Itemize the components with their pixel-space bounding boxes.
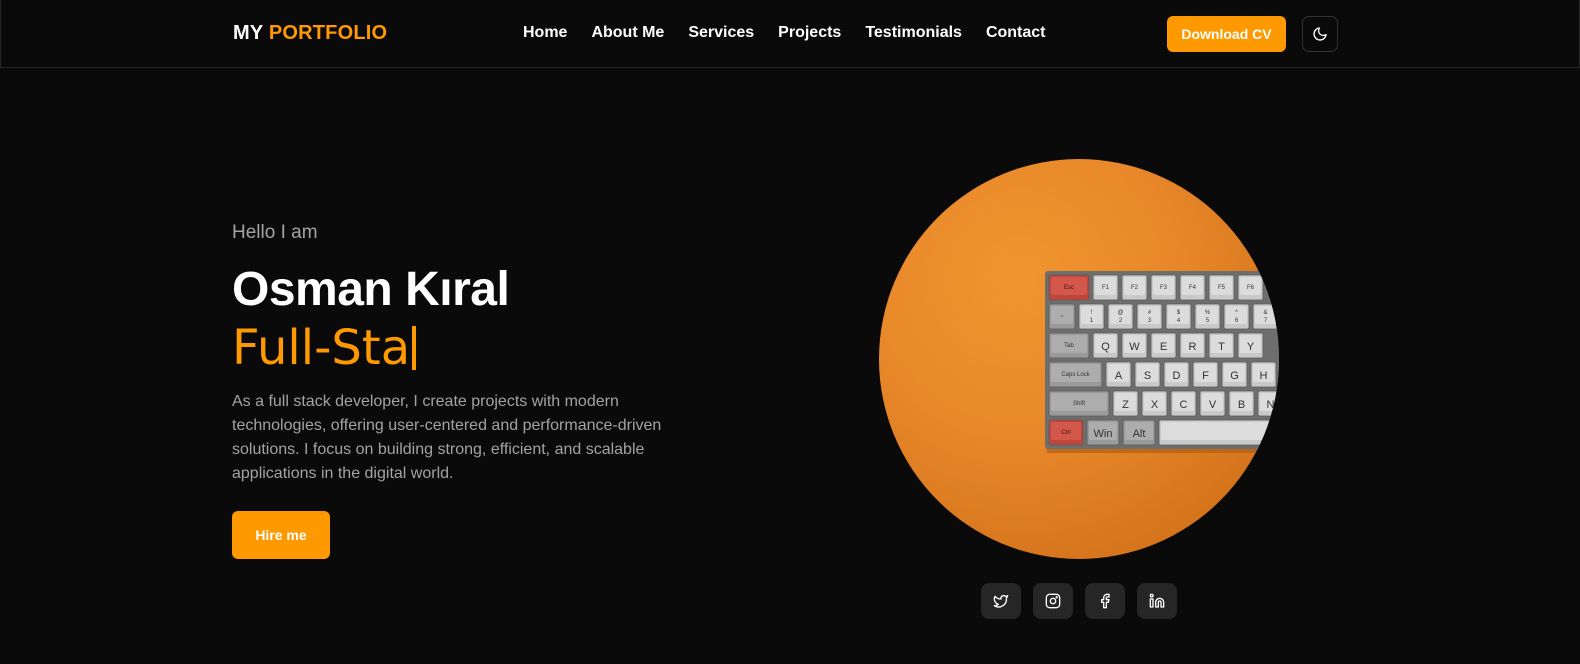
keyboard-key-label: ~ — [1060, 314, 1064, 320]
keyboard-illustration: Esc F1 F2 F3 F4 F5 F6~!1@2#3$4%5^6&7Tab Q W E R T YC… — [1045, 271, 1279, 453]
instagram-icon — [1045, 593, 1061, 609]
keyboard-key-label: B — [1238, 399, 1245, 411]
keyboard-key-label: X — [1151, 399, 1159, 411]
keyboard-key-label: S — [1144, 370, 1151, 382]
keyboard-key-label: Alt — [1133, 428, 1146, 440]
hero-role-text: Full-Sta — [232, 320, 411, 376]
nav-link-contact[interactable]: Contact — [986, 24, 1046, 41]
keyboard-key-label: F2 — [1131, 285, 1139, 291]
social-links — [981, 583, 1177, 619]
linkedin-icon — [1149, 593, 1165, 608]
keyboard-key-label: F — [1202, 370, 1209, 382]
hero-name: Osman Kıral — [232, 263, 510, 316]
moon-icon — [1313, 27, 1327, 41]
twitter-link[interactable] — [981, 583, 1021, 619]
twitter-icon — [993, 595, 1009, 608]
keyboard-key-label: Shift — [1073, 401, 1085, 407]
hero-image: Esc F1 F2 F3 F4 F5 F6 ~! 1 @2 #3 $4% 5 ^ 6 & 7 Tab Q W E R T Y C… — [879, 159, 1279, 559]
logo-part1: MY — [233, 22, 264, 44]
keyboard-key-label: R — [1189, 341, 1197, 353]
nav-link-home[interactable]: Home — [523, 24, 567, 41]
typing-caret — [412, 326, 417, 370]
keyboard-key-label: F4 — [1189, 285, 1197, 291]
nav-link-testimonials[interactable]: Testimonials — [865, 24, 962, 41]
navbar: MY PORTFOLIO Home About Me Services Proj… — [0, 0, 1580, 68]
hire-me-button[interactable]: Hire me — [232, 511, 330, 559]
keyboard-key-label: N — [1267, 399, 1275, 411]
nav-link-projects[interactable]: Projects — [778, 24, 841, 41]
keyboard-key-label: F5 — [1218, 285, 1226, 291]
logo-part2: PORTFOLIO — [268, 22, 388, 44]
keyboard-key-label: A — [1115, 370, 1123, 382]
keyboard-key-label: E — [1160, 341, 1167, 353]
keyboard-key-label: H — [1260, 370, 1268, 382]
hero-greeting: Hello I am — [232, 222, 318, 243]
keyboard-key-label: V — [1209, 399, 1217, 411]
logo[interactable]: MY PORTFOLIO — [233, 22, 387, 45]
instagram-link[interactable] — [1033, 583, 1073, 619]
nav-link-services[interactable]: Services — [688, 24, 754, 41]
nav-links: Home About Me Services Projects Testimon… — [523, 24, 1046, 42]
keyboard-key-label: Z — [1122, 399, 1129, 411]
keyboard-key-label: Caps Lock — [1061, 372, 1090, 378]
download-cv-button[interactable]: Download CV — [1167, 16, 1286, 52]
keyboard-key-label: Win — [1094, 428, 1113, 440]
keyboard-key-label: Ctrl — [1061, 430, 1070, 436]
keyboard-key-label: Q — [1101, 341, 1110, 353]
keyboard-key-label: Esc — [1064, 285, 1074, 291]
keyboard-key-label: F6 — [1247, 285, 1255, 291]
hero-role: Full-Sta — [232, 320, 417, 376]
keyboard-key-label: ^ — [1235, 310, 1238, 316]
keyboard-key-top — [1161, 422, 1279, 440]
keyboard-key-label: & — [1263, 310, 1267, 316]
linkedin-link[interactable] — [1137, 583, 1177, 619]
keyboard-key-label: T — [1218, 341, 1225, 353]
hero-description: As a full stack developer, I create proj… — [232, 393, 662, 482]
keyboard-key-label: D — [1173, 370, 1181, 382]
keyboard-key-label: @ — [1117, 310, 1123, 316]
keyboard-key-label: % — [1205, 310, 1211, 316]
facebook-icon — [1101, 593, 1110, 609]
keyboard-key-label: G — [1230, 370, 1239, 382]
keyboard-key-label: C — [1180, 399, 1188, 411]
facebook-link[interactable] — [1085, 583, 1125, 619]
keyboard-key-label: W — [1129, 341, 1140, 353]
keyboard-key-label: Tab — [1064, 343, 1074, 349]
keyboard-key-label: F1 — [1102, 285, 1110, 291]
nav-link-about[interactable]: About Me — [591, 24, 664, 41]
keyboard-key-label: F3 — [1160, 285, 1168, 291]
theme-toggle-button[interactable] — [1302, 16, 1338, 52]
keyboard-key-label: Y — [1247, 341, 1255, 353]
